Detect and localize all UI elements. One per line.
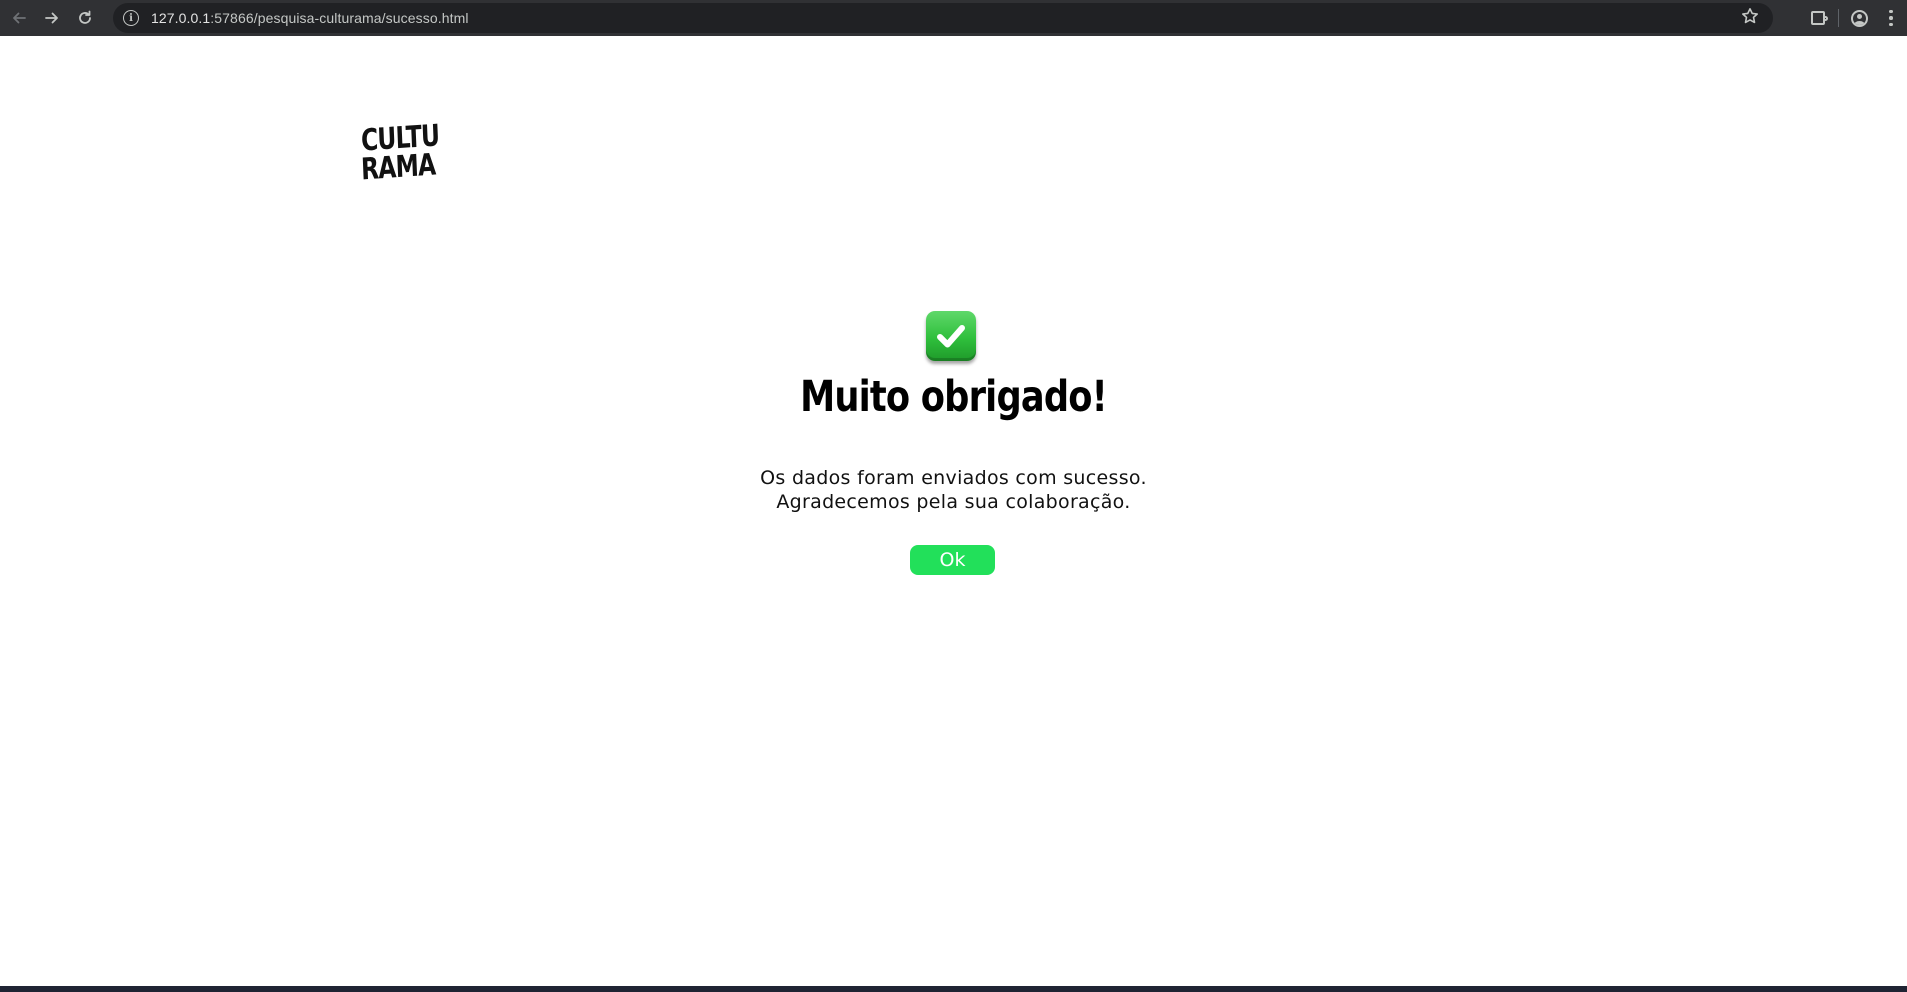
success-title: Muito obrigado! xyxy=(800,372,1108,422)
success-message-line-2: Agradecemos pela sua colaboração. xyxy=(776,491,1131,513)
toolbar-divider xyxy=(1838,9,1839,27)
taskbar-edge xyxy=(0,986,1907,992)
profile-icon xyxy=(1850,9,1868,27)
check-mark-icon xyxy=(926,311,976,361)
browser-menu-button[interactable] xyxy=(1875,4,1907,32)
success-message: Os dados foram enviados com sucesso. Agr… xyxy=(0,466,1907,514)
url-host: 127.0.0.1 xyxy=(151,10,211,26)
browser-right-tools xyxy=(1802,0,1907,36)
reload-button[interactable] xyxy=(71,4,99,32)
address-bar[interactable]: i 127.0.0.1:57866/pesquisa-culturama/suc… xyxy=(113,3,1773,33)
kebab-menu-icon xyxy=(1889,9,1893,27)
back-button[interactable] xyxy=(5,4,33,32)
extensions-button[interactable] xyxy=(1802,4,1834,32)
success-message-line-1: Os dados foram enviados com sucesso. xyxy=(760,467,1147,489)
reload-icon xyxy=(79,10,91,24)
url-text[interactable]: 127.0.0.1:57866/pesquisa-culturama/suces… xyxy=(151,10,469,26)
puzzle-icon xyxy=(1811,11,1828,25)
arrow-right-icon xyxy=(45,12,58,24)
arrow-left-icon xyxy=(13,12,26,24)
profile-button[interactable] xyxy=(1843,4,1875,32)
culturama-logo[interactable]: CULTU RAMA xyxy=(360,118,440,188)
browser-toolbar: i 127.0.0.1:57866/pesquisa-culturama/suc… xyxy=(0,0,1907,36)
ok-button[interactable]: Ok xyxy=(910,545,995,575)
logo-line-2: RAMA xyxy=(360,148,436,188)
bookmark-star-icon[interactable] xyxy=(1741,7,1759,30)
url-path: :57866/pesquisa-culturama/sucesso.html xyxy=(210,10,469,26)
info-icon[interactable]: i xyxy=(123,10,139,26)
page-content: CULTU RAMA Muito obrigado! Os dados fora… xyxy=(0,36,1907,986)
forward-button[interactable] xyxy=(38,4,66,32)
logo-text-line-2: RAMA xyxy=(360,147,437,188)
